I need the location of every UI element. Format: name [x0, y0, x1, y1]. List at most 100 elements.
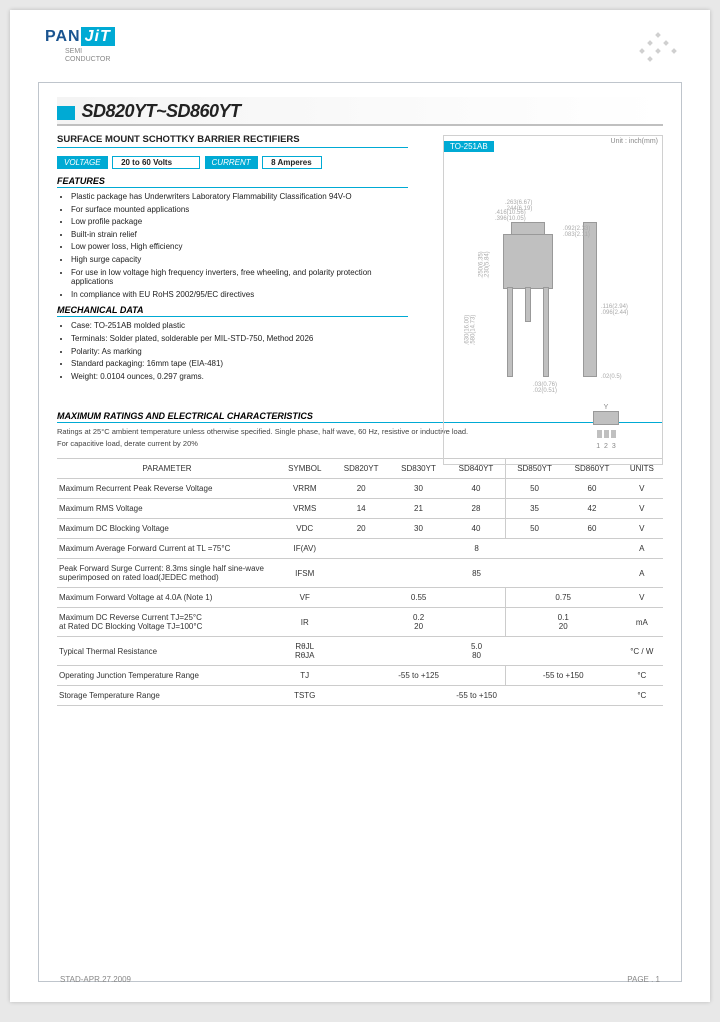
product-subtitle: SURFACE MOUNT SCHOTTKY BARRIER RECTIFIER…	[57, 134, 408, 148]
param-value: 14	[332, 499, 389, 519]
part-number-title: SD820YT~SD860YT	[81, 101, 240, 121]
param-symbol: TSTG	[277, 686, 332, 706]
logo-subtitle: SEMI CONDUCTOR	[65, 48, 710, 65]
table-row: Typical Thermal ResistanceRθJLRθJA5.080°…	[57, 637, 663, 666]
param-unit: V	[621, 588, 663, 608]
param-value: 30	[390, 519, 447, 539]
param-value: 0.75	[505, 588, 620, 608]
package-drawing-icon: .092(2.33).083(2.11) .416(10.56).396(10.…	[463, 174, 643, 454]
param-name: Maximum DC Reverse Current TJ=25°Cat Rat…	[57, 608, 277, 637]
feature-item: For use in low voltage high frequency in…	[71, 268, 408, 287]
param-unit: V	[621, 479, 663, 499]
mechdata-header: MECHANICAL DATA	[57, 305, 408, 317]
mechdata-item: Polarity: As marking	[71, 347, 408, 357]
footer-date: STAD-APR.27.2009	[60, 975, 131, 984]
param-value: 5.080	[332, 637, 620, 666]
title-accent-icon	[57, 106, 75, 120]
page-footer: STAD-APR.27.2009 PAGE . 1	[60, 975, 660, 984]
param-name: Peak Forward Surge Current: 8.3ms single…	[57, 559, 277, 588]
feature-item: In compliance with EU RoHS 2002/95/EC di…	[71, 290, 408, 300]
mechdata-item: Weight: 0.0104 ounces, 0.297 grams.	[71, 372, 408, 382]
logo-text-1: PAN	[45, 28, 81, 45]
param-name: Maximum Forward Voltage at 4.0A (Note 1)	[57, 588, 277, 608]
param-symbol: VRRM	[277, 479, 332, 499]
table-row: Maximum DC Reverse Current TJ=25°Cat Rat…	[57, 608, 663, 637]
page: PANJiT SEMI CONDUCTOR SD820YT~SD860YT SU…	[10, 10, 710, 1002]
decorative-dots-icon	[640, 33, 680, 63]
param-value: 20	[332, 479, 389, 499]
package-name: TO-251AB	[444, 141, 494, 152]
param-value: 8	[332, 539, 620, 559]
mechdata-item: Case: TO-251AB molded plastic	[71, 321, 408, 331]
param-value: 20	[332, 519, 389, 539]
brand-logo: PANJiT	[45, 28, 710, 46]
param-symbol: VF	[277, 588, 332, 608]
param-unit: A	[621, 559, 663, 588]
param-value: 0.220	[332, 608, 505, 637]
footer-page: PAGE . 1	[627, 975, 660, 984]
param-symbol: IF(AV)	[277, 539, 332, 559]
param-symbol: IR	[277, 608, 332, 637]
diagram-unit: Unit : inch(mm)	[611, 138, 658, 145]
param-unit: mA	[621, 608, 663, 637]
title-bar: SD820YT~SD860YT	[57, 97, 663, 126]
table-row: Maximum Forward Voltage at 4.0A (Note 1)…	[57, 588, 663, 608]
param-value: 40	[447, 479, 505, 499]
logo-text-2: JiT	[81, 27, 115, 46]
param-value: 28	[447, 499, 505, 519]
param-value: 50	[505, 479, 563, 499]
table-row: Storage Temperature RangeTSTG-55 to +150…	[57, 686, 663, 706]
package-diagram: TO-251AB Unit : inch(mm) .092(2.33).083(…	[443, 135, 663, 465]
features-list: Plastic package has Underwriters Laborat…	[57, 192, 408, 299]
pin-layout-icon: Y 1 2 3	[593, 404, 619, 444]
param-value: 21	[390, 499, 447, 519]
table-header-cell: SD820YT	[332, 459, 389, 479]
feature-item: Plastic package has Underwriters Laborat…	[71, 192, 408, 202]
param-unit: A	[621, 539, 663, 559]
table-header-cell: PARAMETER	[57, 459, 277, 479]
param-name: Operating Junction Temperature Range	[57, 666, 277, 686]
feature-item: High surge capacity	[71, 255, 408, 265]
param-value: -55 to +125	[332, 666, 505, 686]
param-unit: °C / W	[621, 637, 663, 666]
mechdata-list: Case: TO-251AB molded plastic Terminals: …	[57, 321, 408, 381]
param-name: Maximum DC Blocking Voltage	[57, 519, 277, 539]
current-value: 8 Amperes	[262, 156, 322, 169]
voltage-value: 20 to 60 Volts	[112, 156, 200, 169]
param-symbol: RθJLRθJA	[277, 637, 332, 666]
param-value: -55 to +150	[332, 686, 620, 706]
feature-item: Low profile package	[71, 217, 408, 227]
table-header-cell: SD830YT	[390, 459, 447, 479]
param-name: Storage Temperature Range	[57, 686, 277, 706]
header: PANJiT SEMI CONDUCTOR	[10, 28, 710, 78]
table-header-cell: SYMBOL	[277, 459, 332, 479]
param-value: 35	[505, 499, 563, 519]
param-symbol: IFSM	[277, 559, 332, 588]
param-name: Typical Thermal Resistance	[57, 637, 277, 666]
param-value: -55 to +150	[505, 666, 620, 686]
param-value: 0.120	[505, 608, 620, 637]
param-name: Maximum Average Forward Current at TL =7…	[57, 539, 277, 559]
mechdata-item: Standard packaging: 16mm tape (EIA-481)	[71, 359, 408, 369]
table-row: Maximum Average Forward Current at TL =7…	[57, 539, 663, 559]
voltage-label: VOLTAGE	[57, 156, 108, 169]
param-name: Maximum Recurrent Peak Reverse Voltage	[57, 479, 277, 499]
param-unit: °C	[621, 686, 663, 706]
param-unit: V	[621, 499, 663, 519]
table-row: Maximum Recurrent Peak Reverse VoltageVR…	[57, 479, 663, 499]
param-value: 42	[563, 499, 620, 519]
param-value: 60	[563, 479, 620, 499]
param-value: 85	[332, 559, 620, 588]
feature-item: For surface mounted applications	[71, 205, 408, 215]
param-unit: V	[621, 519, 663, 539]
features-header: FEATURES	[57, 176, 408, 188]
param-name: Maximum RMS Voltage	[57, 499, 277, 519]
param-symbol: VDC	[277, 519, 332, 539]
table-row: Peak Forward Surge Current: 8.3ms single…	[57, 559, 663, 588]
table-row: Operating Junction Temperature RangeTJ-5…	[57, 666, 663, 686]
table-row: Maximum RMS VoltageVRMS1421283542V	[57, 499, 663, 519]
param-value: 60	[563, 519, 620, 539]
mechdata-item: Terminals: Solder plated, solderable per…	[71, 334, 408, 344]
table-row: Maximum DC Blocking VoltageVDC2030405060…	[57, 519, 663, 539]
param-value: 50	[505, 519, 563, 539]
